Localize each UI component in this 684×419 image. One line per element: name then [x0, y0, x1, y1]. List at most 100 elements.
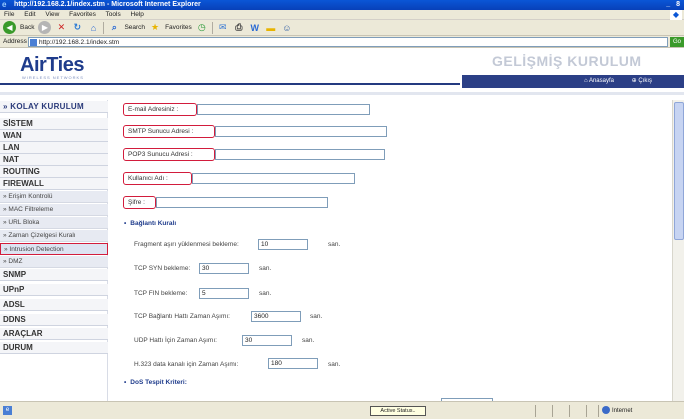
window-titlebar: e http://192.168.2.1/index.stm - Microso…	[0, 0, 684, 10]
menu-edit[interactable]: Edit	[24, 11, 35, 18]
menu-view[interactable]: View	[45, 11, 59, 18]
edit-icon[interactable]: W	[249, 22, 261, 34]
connection-policy-title: • Bağlantı Kuralı	[124, 220, 176, 227]
tcp-fin-label: TCP FIN bekleme:	[134, 290, 188, 297]
udp-timeout-input[interactable]	[242, 335, 292, 346]
tcp-syn-input[interactable]	[199, 263, 249, 274]
sidebar-item-sistem[interactable]: SİSTEM	[0, 118, 108, 130]
window-controls[interactable]: _ 8	[666, 0, 682, 10]
scrollbar-thumb[interactable]	[674, 102, 684, 240]
menu-favorites[interactable]: Favorites	[69, 11, 96, 18]
udp-timeout-unit: san.	[302, 337, 315, 344]
pop3-label: POP3 Sunucu Adresi :	[123, 148, 215, 161]
sidebar-subitem-url-bloka[interactable]: » URL Bloka	[0, 217, 108, 229]
tcp-syn-label: TCP SYN bekleme:	[134, 265, 191, 272]
fragment-timeout-input[interactable]	[258, 239, 308, 250]
sidebar-item-upnp[interactable]: UPnP	[0, 284, 108, 296]
sidebar-item-kolay-kurulum[interactable]: » KOLAY KURULUM	[0, 101, 108, 113]
sidebar-item-snmp[interactable]: SNMP	[0, 269, 108, 281]
status-divider	[569, 405, 570, 417]
logo-text: AirTies	[20, 54, 84, 76]
tcp-connection-timeout-input[interactable]	[251, 311, 301, 322]
forward-arrow-icon[interactable]: ▶	[38, 21, 52, 34]
h323-timeout-input[interactable]	[268, 358, 318, 369]
page-status-icon: e	[3, 406, 12, 415]
sidebar-subitem-dmz[interactable]: » DMZ	[0, 256, 108, 268]
password-label: Şifre :	[123, 196, 156, 209]
menu-file[interactable]: File	[4, 11, 14, 18]
ie-icon: e	[2, 0, 7, 9]
smtp-server-field[interactable]	[215, 126, 387, 137]
dos-criteria-title: • DoS Tespit Kriteri:	[124, 379, 187, 386]
header-underline	[0, 92, 684, 95]
sidebar-item-routing[interactable]: ROUTING	[0, 166, 108, 178]
logo-tagline: WIRELESS NETWORKS	[22, 75, 84, 80]
favorites-label[interactable]: Favorites	[165, 24, 192, 31]
sidebar-item-lan[interactable]: LAN	[0, 142, 108, 154]
fragment-timeout-unit: san.	[328, 241, 341, 248]
email-label: E-mail Adresiniz :	[123, 103, 197, 116]
window-title: http://192.168.2.1/index.stm - Microsoft…	[14, 1, 201, 8]
home-link[interactable]: ⌂ Anasayfa	[584, 78, 622, 84]
favorites-star-icon[interactable]: ★	[149, 22, 161, 34]
h323-timeout-label: H.323 data kanalı için Zaman Aşımı:	[134, 361, 239, 368]
h323-timeout-unit: san.	[328, 361, 341, 368]
main-content: E-mail Adresiniz : SMTP Sunucu Adresi : …	[108, 100, 684, 401]
sidebar-item-firewall[interactable]: FIREWALL	[0, 178, 108, 190]
sidebar-item-ddns[interactable]: DDNS	[0, 314, 108, 326]
mail-icon[interactable]: ✉	[217, 22, 229, 34]
sidebar-subitem-erisim-kontrolu[interactable]: » Erişim Kontrolü	[0, 191, 108, 203]
menu-tools[interactable]: Tools	[106, 11, 121, 18]
search-label[interactable]: Search	[124, 24, 145, 31]
home-icon[interactable]: ⌂	[87, 22, 99, 34]
back-arrow-icon[interactable]: ◀	[3, 21, 16, 34]
logout-link[interactable]: ⊕ Çıkış	[632, 78, 660, 84]
print-icon[interactable]: ⎙	[233, 22, 245, 34]
page-title: GELİŞMİŞ KURULUM	[492, 53, 642, 69]
address-label: Address	[3, 38, 27, 45]
history-icon[interactable]: ◷	[196, 22, 208, 34]
sidebar-item-durum[interactable]: DURUM	[0, 342, 108, 354]
smtp-label: SMTP Sunucu Adresi :	[123, 125, 215, 138]
search-icon[interactable]: ⌕	[108, 22, 120, 34]
sidebar-subitem-mac-filtreleme[interactable]: » MAC Filtreleme	[0, 204, 108, 216]
pop3-server-field[interactable]	[215, 149, 385, 160]
tcp-fin-unit: san.	[259, 290, 272, 297]
tcp-fin-input[interactable]	[199, 288, 249, 299]
zone-label: Internet	[612, 408, 633, 414]
messenger-icon[interactable]: ☺	[281, 22, 293, 34]
username-field[interactable]	[192, 173, 355, 184]
folder-icon[interactable]: ▬	[265, 22, 277, 34]
header-link-bar: ⌂ Anasayfa ⊕ Çıkış	[462, 75, 684, 88]
refresh-icon[interactable]: ↻	[71, 22, 83, 34]
tcp-connection-timeout-label: TCP Bağlantı Hattı Zaman Aşımı:	[134, 313, 230, 320]
page-header: AirTies WIRELESS NETWORKS GELİŞMİŞ KURUL…	[0, 48, 684, 100]
sidebar-item-wan[interactable]: WAN	[0, 130, 108, 142]
address-input[interactable]: http://192.168.2.1/index.stm	[28, 37, 668, 47]
sidebar-item-nat[interactable]: NAT	[0, 154, 108, 166]
sidebar-subitem-zaman-cizelgesi[interactable]: » Zaman Çizelgesi Kuralı	[0, 230, 108, 242]
menu-bar: File Edit View Favorites Tools Help ◆	[0, 10, 684, 20]
tcp-connection-timeout-unit: san.	[310, 313, 323, 320]
stop-icon[interactable]: ✕	[55, 22, 67, 34]
toolbar-separator	[103, 21, 105, 34]
status-bar: e Active Status.. Internet	[0, 401, 684, 419]
go-button[interactable]: Go	[670, 37, 684, 47]
vertical-scrollbar[interactable]	[672, 100, 684, 401]
sidebar-item-araclar[interactable]: ARAÇLAR	[0, 328, 108, 340]
sidebar-item-adsl[interactable]: ADSL	[0, 299, 108, 311]
airties-logo[interactable]: AirTies WIRELESS NETWORKS	[20, 54, 84, 80]
menu-help[interactable]: Help	[131, 11, 144, 18]
globe-icon	[602, 406, 610, 415]
home-link-label: Anasayfa	[588, 78, 614, 84]
status-divider	[598, 405, 599, 417]
bullet-icon: •	[124, 220, 127, 227]
address-url: http://192.168.2.1/index.stm	[39, 39, 120, 46]
tcp-syn-unit: san.	[259, 265, 272, 272]
email-field[interactable]	[197, 104, 370, 115]
password-field[interactable]	[156, 197, 328, 208]
page-icon	[30, 39, 37, 46]
internet-zone: Internet	[602, 406, 632, 416]
sidebar-subitem-intrusion-detection[interactable]: » Intrusion Detection	[0, 243, 108, 255]
back-label[interactable]: Back	[20, 24, 34, 31]
